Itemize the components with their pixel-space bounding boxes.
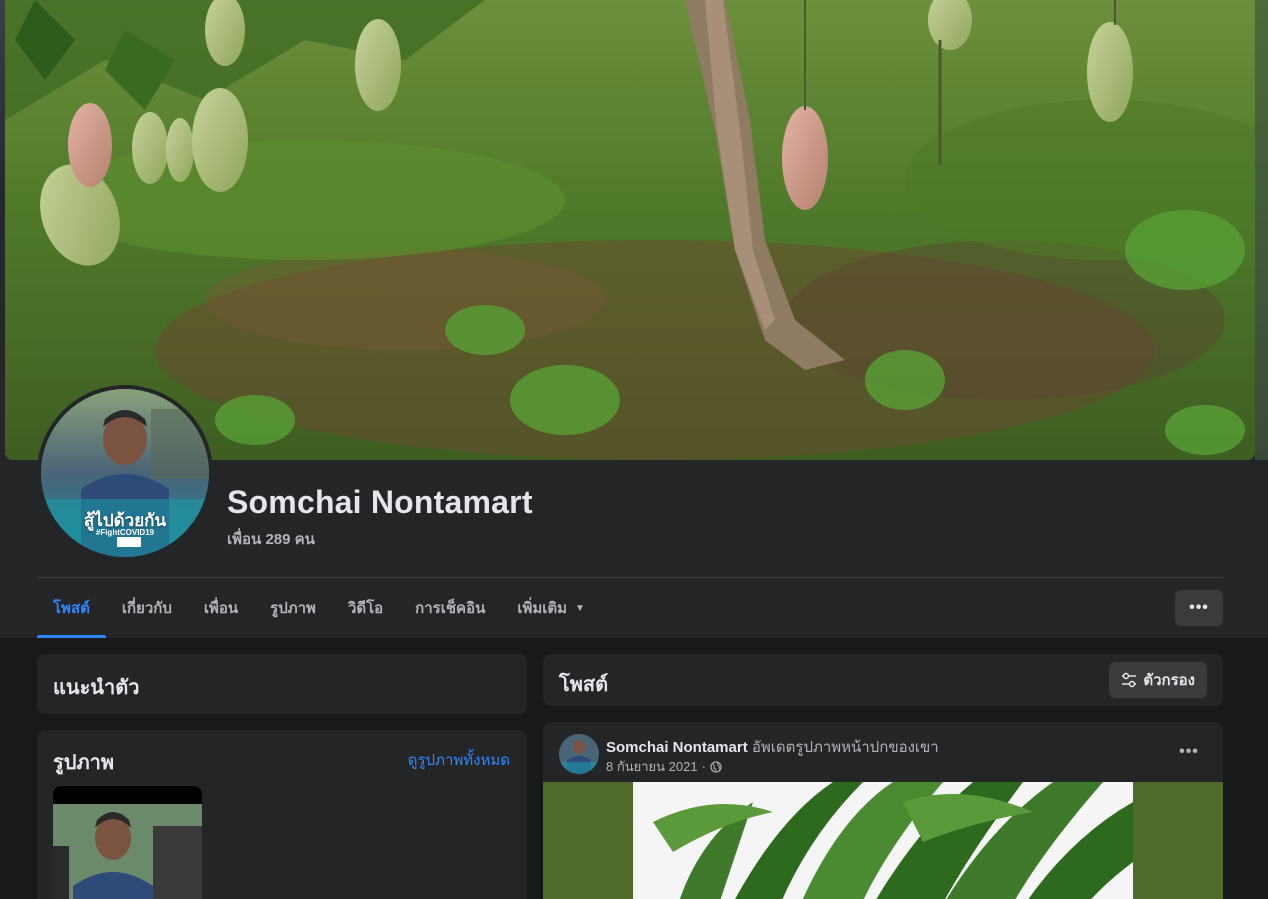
avatar-image: สู้ไปด้วยกัน #FightCOVID19 [41, 389, 209, 557]
filter-label: ตัวกรอง [1143, 672, 1195, 689]
post-card: Somchai Nontamart อัพเดตรูปภาพหน้าปกของเ… [543, 722, 1223, 899]
globe-icon [710, 760, 722, 773]
tab-videos[interactable]: วิดีโอ [332, 578, 399, 638]
more-options-button[interactable]: ••• [1175, 590, 1223, 626]
tab-photos-label: รูปภาพ [270, 600, 316, 617]
posts-header-card: โพสต์ ตัวกรอง [543, 654, 1223, 706]
tab-about-label: เกี่ยวกับ [121, 600, 172, 617]
tab-posts[interactable]: โพสต์ [37, 578, 106, 638]
tab-friends[interactable]: เพื่อน [188, 578, 254, 638]
see-all-photos-link[interactable]: ดูรูปภาพทั้งหมด [408, 748, 510, 772]
tab-photos[interactable]: รูปภาพ [254, 578, 332, 638]
filter-button[interactable]: ตัวกรอง [1109, 662, 1207, 698]
post-date[interactable]: 8 กันยายน 2021 [606, 756, 698, 777]
post-meta: 8 กันยายน 2021 · [606, 756, 722, 777]
post-author-avatar[interactable] [559, 734, 599, 774]
tab-more[interactable]: เพิ่มเติม ▼ [501, 578, 601, 638]
profile-tabs: โพสต์ เกี่ยวกับ เพื่อน รูปภาพ วิดีโอ การ… [37, 578, 601, 638]
tab-checkins-label: การเช็คอิน [415, 600, 486, 617]
profile-name[interactable]: Somchai Nontamart [227, 484, 533, 521]
posts-title: โพสต์ [559, 674, 609, 696]
caret-down-icon: ▼ [575, 602, 585, 614]
profile-avatar[interactable]: สู้ไปด้วยกัน #FightCOVID19 [37, 385, 213, 561]
tab-about[interactable]: เกี่ยวกับ [106, 578, 188, 638]
photo-thumbnail[interactable] [53, 786, 202, 899]
post-author-name[interactable]: Somchai Nontamart [606, 739, 748, 756]
intro-title: แนะนำตัว [53, 677, 140, 699]
tab-more-label: เพิ่มเติม [517, 600, 568, 617]
tab-checkins[interactable]: การเช็คอิน [399, 578, 501, 638]
profile-header: สู้ไปด้วยกัน #FightCOVID19 Somchai Nonta… [0, 0, 1268, 638]
friend-count[interactable]: เพื่อน 289 คน [227, 527, 315, 551]
avatar-hashtag: #FightCOVID19 [95, 528, 155, 537]
post-more-options[interactable]: ••• [1171, 740, 1207, 764]
cover-photo[interactable] [5, 0, 1255, 460]
intro-card: แนะนำตัว [37, 654, 527, 714]
tab-posts-label: โพสต์ [53, 600, 90, 617]
tab-videos-label: วิดีโอ [347, 600, 384, 617]
post-image-photo [633, 782, 1133, 899]
post-image[interactable] [543, 782, 1223, 899]
filter-icon [1122, 672, 1137, 688]
photos-card: รูปภาพ ดูรูปภาพทั้งหมด [37, 730, 527, 899]
page-edge [1255, 0, 1268, 460]
tab-friends-label: เพื่อน [203, 600, 239, 617]
photos-title: รูปภาพ [53, 752, 115, 774]
meta-separator: · [701, 759, 706, 774]
post-action-text: อัพเดตรูปภาพหน้าปกของเขา [751, 739, 939, 756]
